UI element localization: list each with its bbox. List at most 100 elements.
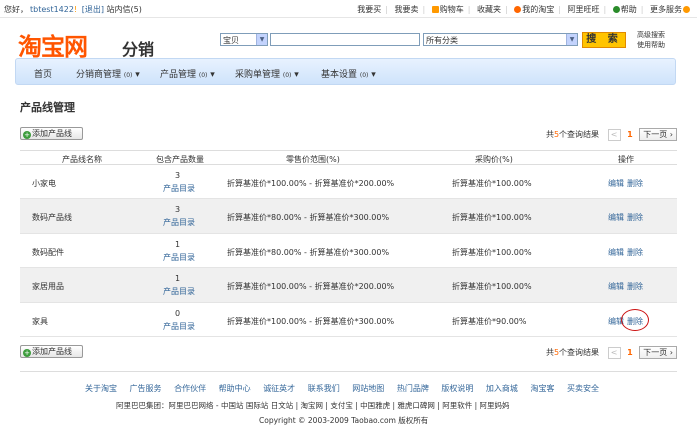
delete-link[interactable]: 删除 (627, 247, 643, 258)
prev-page-button[interactable]: < (607, 128, 621, 141)
category-select[interactable]: 所有分类 ▼ (423, 33, 578, 46)
top-bar: 您好， tbtest1422! [退出] 站内信(5) 我要买 | 我要卖 | 购物车… (0, 0, 697, 18)
footer-link[interactable]: 关于淘宝 (85, 384, 117, 393)
delete-link[interactable]: 删除 (627, 178, 643, 189)
col-name-header: 产品线名称 (62, 155, 102, 164)
page-title: 产品线管理 (20, 101, 75, 114)
delete-link[interactable]: 删除 (627, 281, 643, 292)
current-page: 1 (627, 130, 633, 139)
edit-link[interactable]: 编辑 (608, 178, 624, 189)
edit-link[interactable]: 编辑 (608, 247, 624, 258)
product-count: 1 (175, 239, 181, 249)
product-count: 3 (175, 205, 181, 215)
logo-subtitle: 分销 (122, 40, 155, 59)
col-count-header: 包含产品数量 (156, 155, 204, 164)
product-count: 3 (175, 171, 181, 180)
nav-item-purchase-orders[interactable]: 采购单管理 (0) ▾ (235, 67, 299, 80)
pager-bottom: 共5个查询结果 < 1 下一页 › (546, 346, 677, 359)
plus-icon: + (23, 349, 31, 357)
next-page-button[interactable]: 下一页 › (639, 128, 677, 141)
product-line-name: 数码产品线 (32, 213, 72, 223)
nav-item-home[interactable]: 首页 (34, 67, 52, 80)
nav-item-products[interactable]: 产品管理 (0) ▾ (160, 67, 215, 80)
product-catalog-link[interactable]: 产品目录 (163, 217, 195, 228)
product-catalog-link[interactable]: 产品目录 (163, 252, 195, 263)
buy-link[interactable]: 我要买 (357, 5, 381, 14)
product-catalog-link[interactable]: 产品目录 (163, 183, 195, 194)
chevron-down-icon: ▼ (566, 34, 577, 45)
cart-icon (431, 6, 439, 13)
table-header: 产品线名称 包含产品数量 零售价范围(%) 采购价(%) 操作 (20, 150, 677, 165)
result-count: 共5个查询结果 (545, 130, 600, 139)
product-count: 0 (175, 308, 181, 318)
more-icon (683, 6, 690, 13)
plus-icon: + (23, 131, 31, 139)
footer-divider (20, 371, 677, 372)
usage-help-link[interactable]: 使用帮助 (637, 40, 665, 50)
my-taobao-link[interactable]: 我的淘宝 (514, 5, 554, 14)
delete-link[interactable]: 删除 (627, 212, 643, 223)
copyright: Copyright © 2003-2009 Taobao.com 版权所有 (259, 416, 429, 425)
sell-link[interactable]: 我要卖 (395, 5, 419, 14)
retail-range: 折算基准价*100.00% - 折算基准价*200.00% (227, 179, 395, 188)
footer-link[interactable]: 热门品牌 (397, 384, 429, 393)
edit-link[interactable]: 编辑 (608, 212, 624, 223)
footer-link[interactable]: 帮助中心 (219, 384, 251, 393)
cart-link[interactable]: 购物车 (431, 5, 464, 14)
footer-link[interactable]: 联系我们 (308, 384, 340, 393)
category-value: 所有分类 (426, 36, 458, 45)
search-scope-select[interactable]: 宝贝 ▼ (220, 33, 268, 46)
next-page-button[interactable]: 下一页 › (639, 346, 677, 359)
more-services-link[interactable]: 更多服务 (650, 5, 691, 14)
help-icon (612, 6, 620, 13)
col-retail-header: 零售价范围(%) (286, 155, 340, 164)
purchase-price: 折算基准价*100.00% (452, 282, 532, 292)
product-catalog-link[interactable]: 产品目录 (163, 321, 195, 332)
username-link[interactable]: tbtest1422 (30, 5, 74, 14)
taobao-logo[interactable]: 淘宝网 (18, 27, 88, 62)
messages-link[interactable]: 站内信(5) (107, 5, 142, 14)
table-row: 家居用品 1 产品目录 折算基准价*100.00% - 折算基准价*200.00… (20, 268, 677, 303)
search-input[interactable] (270, 33, 420, 46)
nav-item-settings[interactable]: 基本设置 (0) ▾ (321, 67, 376, 80)
search-help-links: 高级搜索 使用帮助 (637, 30, 665, 50)
footer-link[interactable]: 版权说明 (441, 384, 473, 393)
footer-link[interactable]: 淘宝客 (530, 384, 554, 393)
help-link[interactable]: 帮助 (612, 5, 637, 14)
add-product-line-button[interactable]: + 添加产品线 (20, 127, 83, 140)
table-row: 数码配件 1 产品目录 折算基准价*80.00% - 折算基准价*300.00%… (20, 234, 677, 269)
footer-link[interactable]: 诚征英才 (263, 384, 295, 393)
footer-link[interactable]: 合作伙伴 (174, 384, 206, 393)
product-catalog-link[interactable]: 产品目录 (163, 286, 195, 297)
my-taobao-icon (514, 6, 522, 13)
product-line-name: 家居用品 (32, 282, 64, 292)
footer-link[interactable]: 广告服务 (130, 384, 162, 393)
nav-item-distributors[interactable]: 分销商管理 (0) ▾ (76, 67, 140, 80)
chevron-down-icon: ▼ (256, 34, 267, 45)
footer-link[interactable]: 加入商城 (486, 384, 518, 393)
favorites-link[interactable]: 收藏夹 (477, 5, 501, 14)
col-actions-header: 操作 (618, 155, 634, 164)
add-product-line-button-bottom[interactable]: + 添加产品线 (20, 345, 83, 358)
result-count: 共5个查询结果 (545, 348, 600, 357)
retail-range: 折算基准价*80.00% - 折算基准价*300.00% (227, 213, 390, 223)
top-bar-left: 您好， tbtest1422! [退出] 站内信(5) (4, 4, 142, 15)
footer-link[interactable]: 买卖安全 (567, 384, 599, 393)
edit-link[interactable]: 编辑 (608, 281, 624, 292)
purchase-price: 折算基准价*100.00% (452, 247, 532, 257)
greeting-text: 您好， (4, 5, 28, 14)
table-row: 数码产品线 3 产品目录 折算基准价*80.00% - 折算基准价*300.00… (20, 199, 677, 234)
logout-link[interactable]: [退出] (82, 5, 104, 14)
advanced-search-link[interactable]: 高级搜索 (637, 30, 665, 40)
footer-link[interactable]: 网站地图 (352, 384, 384, 393)
product-line-table: 产品线名称 包含产品数量 零售价范围(%) 采购价(%) 操作 小家电 3 产品… (20, 150, 677, 337)
retail-range: 折算基准价*80.00% - 折算基准价*300.00% (227, 247, 390, 257)
pager-top: 共5个查询结果 < 1 下一页 › (546, 128, 677, 141)
wangwang-link[interactable]: 阿里旺旺 (568, 5, 600, 14)
search-button[interactable]: 搜 索 (582, 32, 626, 48)
prev-page-button[interactable]: < (607, 346, 621, 359)
table-row: 家具 0 产品目录 折算基准价*100.00% - 折算基准价*300.00% … (20, 303, 677, 337)
search-scope-value: 宝贝 (223, 36, 239, 45)
annotation-circle (621, 308, 649, 331)
current-page: 1 (627, 348, 633, 357)
